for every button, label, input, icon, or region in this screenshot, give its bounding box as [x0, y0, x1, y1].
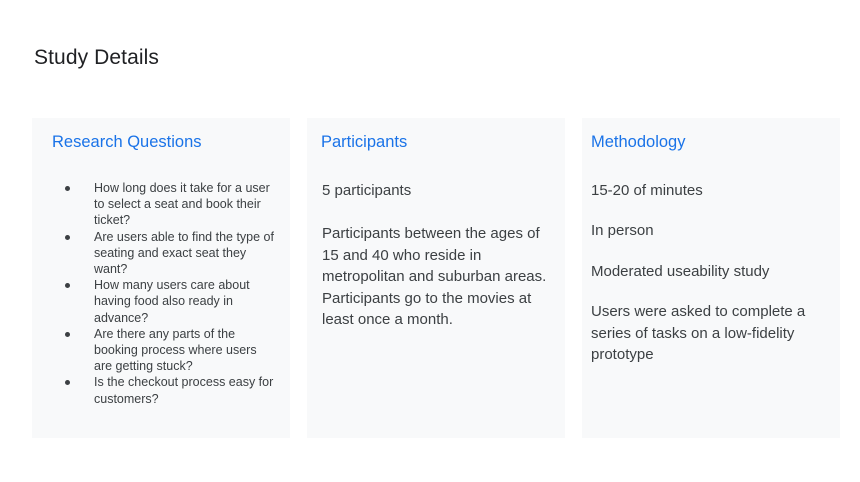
- research-question-text: Are users able to find the type of seati…: [94, 229, 274, 277]
- page-title: Study Details: [34, 46, 160, 69]
- bullet-icon: [65, 283, 70, 289]
- participants-count: 5 participants: [322, 182, 412, 199]
- list-item: How many users care about having food al…: [32, 277, 290, 326]
- research-questions-card: Research Questions How long does it take…: [32, 118, 290, 438]
- list-item: Are there any parts of the booking proce…: [32, 326, 290, 375]
- methodology-card: Methodology 15-20 of minutes In person M…: [582, 118, 840, 438]
- bullet-icon: [65, 234, 70, 240]
- research-question-text: Is the checkout process easy for custome…: [94, 375, 274, 406]
- list-item: Is the checkout process easy for custome…: [32, 374, 290, 406]
- research-questions-heading: Research Questions: [52, 133, 202, 151]
- methodology-duration: 15-20 of minutes: [591, 182, 703, 199]
- methodology-description: Users were asked to complete a series of…: [591, 303, 806, 363]
- methodology-location: In person: [591, 222, 654, 239]
- participants-description: Participants between the ages of 15 and …: [322, 225, 547, 328]
- research-question-text: Are there any parts of the booking proce…: [94, 326, 257, 374]
- bullet-icon: [65, 186, 70, 191]
- methodology-heading: Methodology: [591, 133, 686, 151]
- participants-heading: Participants: [321, 133, 408, 151]
- bullet-icon: [65, 331, 70, 337]
- research-question-text: How long does it take for a user to sele…: [94, 181, 270, 228]
- bullet-icon: [65, 380, 70, 386]
- research-question-text: How many users care about having food al…: [94, 278, 250, 325]
- methodology-study-type: Moderated useability study: [591, 263, 770, 280]
- list-item: How long does it take for a user to sele…: [32, 180, 290, 229]
- participants-card: Participants 5 participants Participants…: [307, 118, 565, 438]
- list-item: Are users able to find the type of seati…: [32, 229, 290, 278]
- research-questions-list: How long does it take for a user to sele…: [32, 180, 290, 407]
